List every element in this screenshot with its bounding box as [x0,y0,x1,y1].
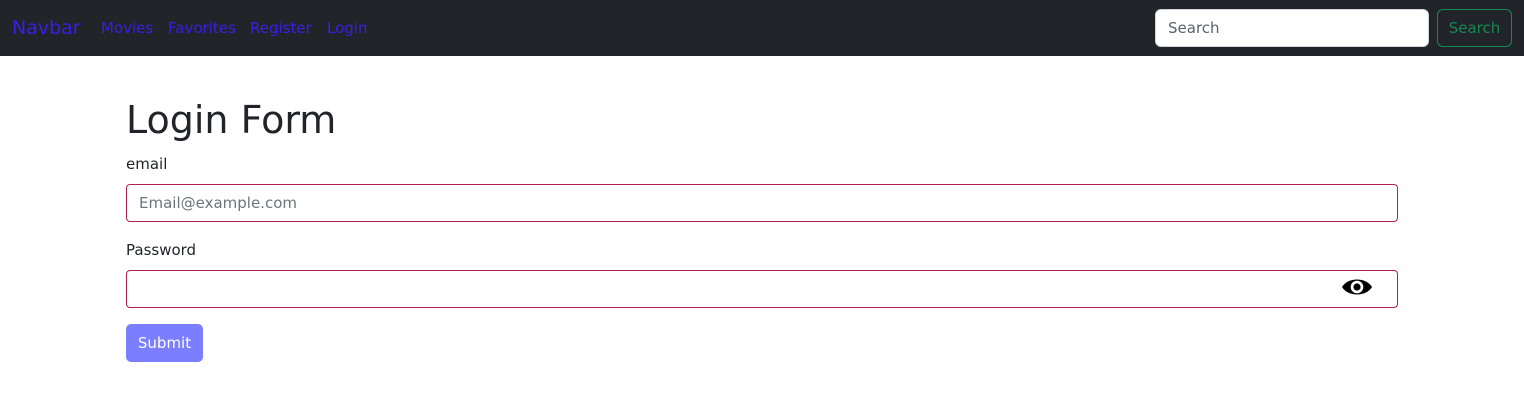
page-title: Login Form [126,98,337,142]
search-input[interactable] [1155,9,1429,47]
email-label: email [126,155,168,173]
nav-link-login[interactable]: Login [327,17,367,39]
navbar: Navbar Movies Favorites Register Login S… [0,0,1524,56]
password-label: Password [126,241,197,259]
submit-button[interactable]: Submit [126,324,203,362]
nav-link-favorites[interactable]: Favorites [168,17,236,39]
email-field[interactable] [126,184,1398,222]
eye-icon[interactable] [1341,276,1373,298]
search-button[interactable]: Search [1437,9,1512,47]
nav-link-register[interactable]: Register [250,17,312,39]
password-field[interactable] [126,270,1398,308]
nav-link-movies[interactable]: Movies [101,17,153,39]
navbar-brand[interactable]: Navbar [12,14,81,42]
